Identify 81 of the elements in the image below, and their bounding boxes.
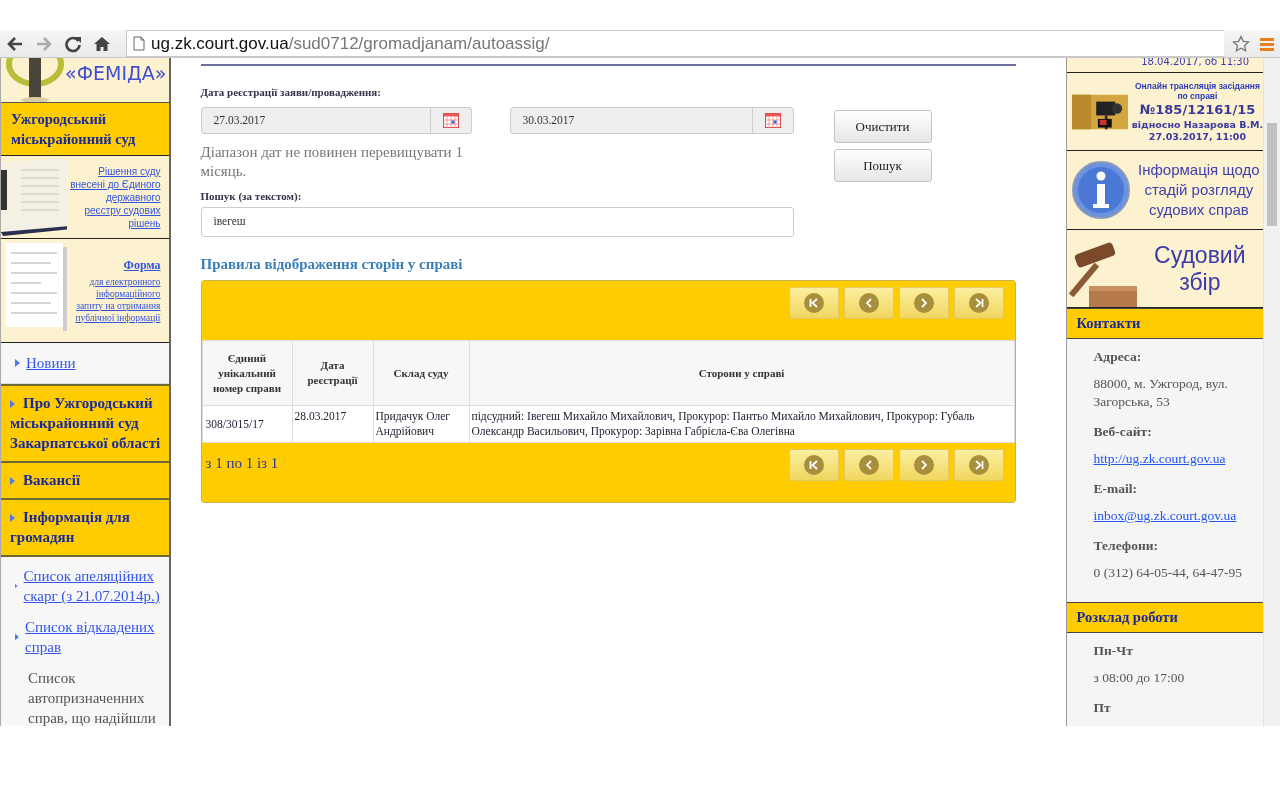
- info-icon[interactable]: [1070, 160, 1131, 220]
- contact-label: E-mail:: [1093, 481, 1139, 497]
- contact-value: 88000, м. Ужгород, вул. Загорська, 53: [1093, 375, 1229, 411]
- address-bar[interactable]: ug.zk.court.gov.ua/sud0712/gromadjanam/autoassig/: [126, 30, 1224, 57]
- stream-title[interactable]: Онлайн трансляція засідання по справі: [1131, 80, 1264, 101]
- triangle-icon: [15, 582, 18, 590]
- current-page-item: Список автопризначенних справ, що надійшли: [27, 669, 157, 726]
- display-rules-link[interactable]: Правила відображення сторін у справі: [200, 256, 1016, 273]
- column-header: Дата реєстрації: [292, 340, 373, 406]
- date-range-hint: Діапазон дат не повинен перевищувати 1 місяць.: [200, 143, 464, 181]
- information-request-link[interactable]: для електронного інформаційного запиту на отримання публічної інформації: [73, 275, 161, 324]
- first-page-icon: [803, 455, 824, 475]
- previous-page-button[interactable]: [843, 287, 894, 319]
- last-page-icon: [968, 455, 989, 475]
- date-field[interactable]: 27.03.2017: [200, 107, 472, 134]
- date-field[interactable]: 30.03.2017: [509, 107, 794, 134]
- contact-value: 0 (312) 64-05-44, 64-47-95: [1093, 564, 1244, 582]
- back-icon[interactable]: [6, 34, 24, 53]
- table-cell: 308/3015/17: [202, 405, 292, 443]
- last-page-button[interactable]: [953, 287, 1004, 319]
- triangle-icon: [15, 359, 20, 367]
- next-page-button[interactable]: [898, 449, 949, 481]
- first-page-button[interactable]: [788, 449, 839, 481]
- scrollbar[interactable]: [1263, 58, 1280, 726]
- form-link[interactable]: Форма: [73, 257, 161, 273]
- contact-link[interactable]: http://ug.zk.court.gov.ua: [1093, 450, 1254, 468]
- contact-label: Адреса:: [1093, 349, 1143, 365]
- previous-page-button[interactable]: [843, 449, 894, 481]
- date-label: Дата реєстрації заяви/провадження:: [200, 86, 382, 98]
- menu-section[interactable]: Про Ужгородський міськрайонний суд Закарпатської області: [1, 384, 169, 461]
- triangle-icon: [10, 400, 15, 408]
- triangle-icon: [10, 514, 15, 522]
- calendar-icon[interactable]: [442, 113, 459, 128]
- menu-section[interactable]: Вакансії: [1, 461, 169, 498]
- last-page-button[interactable]: [953, 449, 1004, 481]
- logo-text: «ФЕМІДА»: [65, 62, 168, 84]
- next-icon: [913, 293, 934, 313]
- contact-link[interactable]: inbox@ug.zk.court.gov.ua: [1093, 507, 1254, 525]
- contact-label: Телефони:: [1093, 538, 1159, 554]
- contact-value: з 08:00 до 17:00: [1093, 669, 1186, 687]
- section-heading: Контакти: [1066, 308, 1264, 339]
- last-page-icon: [968, 293, 989, 313]
- broadcast-date: 18.04.2017, об 11:30: [1141, 58, 1250, 66]
- submenu-link[interactable]: Список відкладених справ: [25, 617, 163, 657]
- table-cell: 28.03.2017: [292, 405, 373, 443]
- text-search-field[interactable]: івегеш: [200, 207, 794, 237]
- star-icon[interactable]: [1232, 34, 1250, 53]
- contact-label: Веб-сайт:: [1093, 424, 1153, 440]
- first-page-icon: [803, 293, 824, 313]
- clear-button[interactable]: Очистити: [833, 110, 932, 143]
- menu-link[interactable]: Новини: [26, 353, 76, 373]
- text-search-label: Пошук (за текстом):: [200, 190, 303, 202]
- court-title: Ужгородський міськрайонний суд: [1, 103, 169, 156]
- first-page-button[interactable]: [788, 287, 839, 319]
- contact-label: Пн-Чт: [1093, 643, 1134, 659]
- column-header: Склад суду: [373, 340, 469, 406]
- previous-icon: [858, 455, 879, 475]
- page-icon: [133, 36, 145, 51]
- table-cell: підсудний: Івегеш Михайло Михайлович, Прокурор: Пантьо Михайло Михайлович, Прокурор: Губаль Олександр Васильович, Прокурор: Зарівна Габрієла-Єва Олегівна: [469, 405, 1015, 443]
- reload-icon[interactable]: [64, 34, 82, 53]
- next-page-button[interactable]: [898, 287, 949, 319]
- column-header: Єдиний унікальний номер справи: [202, 340, 292, 406]
- menu-icon[interactable]: [1260, 36, 1274, 51]
- forward-icon[interactable]: [35, 34, 53, 53]
- previous-icon: [858, 293, 879, 313]
- case-number[interactable]: №185/12161/15: [1139, 100, 1256, 119]
- case-subject[interactable]: відносно Назарова В.М.: [1131, 118, 1264, 131]
- home-icon[interactable]: [93, 34, 111, 53]
- submenu-link[interactable]: Список апеляційних скарг (з 21.07.2014р.): [23, 566, 163, 606]
- table-cell: Придачук Олег Андрійович: [373, 405, 469, 443]
- contact-label: Пт: [1093, 700, 1112, 716]
- calendar-icon[interactable]: [764, 113, 781, 128]
- section-heading: Розклад роботи: [1066, 602, 1264, 633]
- triangle-icon: [15, 633, 20, 641]
- hearing-date[interactable]: 27.03.2017, 11:00: [1148, 130, 1247, 143]
- menu-section[interactable]: Інформація для громадян: [1, 498, 169, 555]
- next-icon: [913, 455, 934, 475]
- search-button[interactable]: Пошук: [833, 149, 932, 182]
- pagination-info: з 1 по 1 із 1: [205, 454, 279, 473]
- triangle-icon: [10, 477, 15, 485]
- column-header: Сторони у справі: [469, 340, 1015, 406]
